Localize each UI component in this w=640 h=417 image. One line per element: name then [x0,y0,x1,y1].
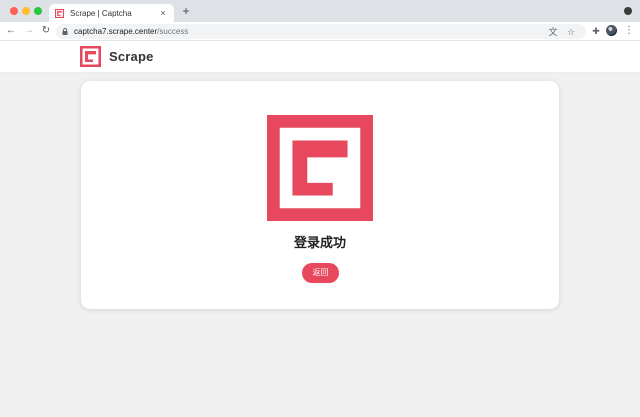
browser-tab[interactable]: Scrape | Captcha × [49,4,174,22]
return-button[interactable]: 返回 [302,263,339,283]
forward-button[interactable]: → [23,25,35,37]
translate-icon[interactable]: 文 [548,27,558,37]
address-bar[interactable]: captcha7.scrape.center/success 文 ☆ [56,24,586,39]
site-header: Scrape [0,41,640,73]
url-path: /success [157,27,189,36]
browser-tab-strip: Scrape | Captcha × + [0,0,640,22]
success-title: 登录成功 [293,235,346,250]
scrape-logo-icon[interactable] [80,46,101,67]
back-button[interactable]: ← [5,25,17,37]
profile-avatar[interactable] [606,25,617,36]
success-card: 登录成功 返回 [81,81,559,309]
browser-toolbar: ← → ↻ captcha7.scrape.center/success 文 ☆ [0,22,640,41]
puzzle-icon[interactable]: ✚ [591,26,601,36]
tab-title: Scrape | Captcha [70,8,132,18]
new-tab-button[interactable]: + [180,5,192,17]
window-minimize-button[interactable] [22,7,30,15]
lock-icon [62,28,68,35]
url-host: captcha7.scrape.center [74,27,158,36]
scrape-logo-icon [55,8,64,18]
browser-tab-search-icon[interactable] [624,7,632,15]
star-icon[interactable]: ☆ [566,27,576,37]
scrape-logo-icon [267,115,373,221]
site-name[interactable]: Scrape [109,48,154,65]
kebab-icon[interactable]: ⋮ [624,25,634,36]
window-zoom-button[interactable] [34,7,42,15]
reload-button[interactable]: ↻ [40,25,52,37]
window-close-button[interactable] [10,7,18,15]
tab-close-icon[interactable]: × [158,8,168,18]
url-text: captcha7.scrape.center/success [74,27,188,36]
